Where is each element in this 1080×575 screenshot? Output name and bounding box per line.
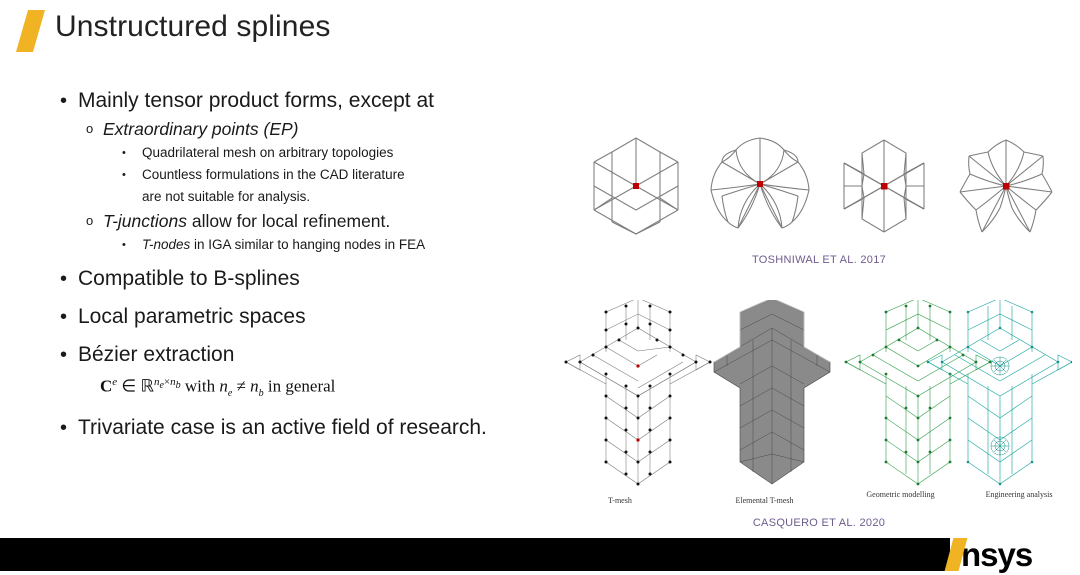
formula-R-exponent: ne×nb	[154, 376, 181, 391]
bullet-rest-tjunctions: allow for local refinement.	[186, 211, 391, 231]
formula-tail: in general	[263, 376, 336, 396]
formula-nb: n	[250, 376, 259, 396]
bullet-marker-dot-icon: •	[60, 90, 68, 112]
bullet-emph-tjunctions: T-junctions	[103, 211, 187, 231]
bullet-level1-item-compatible: • Compatible to B-splines	[60, 264, 580, 294]
bottom-figure-citation: CASQUERO ET AL. 2020	[752, 517, 886, 529]
bullet-text: Mainly tensor product forms, except at	[78, 89, 434, 112]
bullet-emph-tnodes: T-nodes	[142, 237, 191, 252]
ep-marker-5-icon	[757, 181, 763, 187]
bullet-level2-item-tjunctions: o T-junctions allow for local refinement…	[86, 208, 580, 234]
tmesh-ep-marker-2-icon	[636, 438, 640, 442]
bullet-rest-tnodes: in IGA similar to hanging nodes in FEA	[190, 237, 426, 252]
bullet-level1-item: • Mainly tensor product forms, except at	[60, 86, 580, 116]
geometric-modelling-figure	[844, 300, 992, 486]
ep-markers	[633, 181, 1010, 190]
formula-C: C	[100, 376, 113, 396]
bullet-text: Countless formulations in the CAD litera…	[142, 167, 405, 182]
formula-R: ℝ	[140, 376, 154, 397]
figure-caption-tmesh: T-mesh	[608, 496, 632, 505]
extraordinary-point-figures	[593, 137, 1053, 235]
tmesh-figure	[564, 300, 712, 486]
bullet-level1-item-bezier: • Bézier extraction	[60, 340, 580, 370]
figure-caption-geometric-modelling: Geometric modelling	[866, 490, 935, 499]
ep-marker-7-icon	[1003, 183, 1010, 190]
engineering-analysis-figure	[926, 300, 1072, 486]
bullet-marker-dot-icon: •	[122, 169, 126, 181]
formula-in: ∈	[117, 376, 141, 396]
bullet-text-tjunctions: T-junctions allow for local refinement.	[103, 208, 390, 234]
engineering-analysis-nodes	[926, 310, 1072, 486]
bullet-text: Trivariate case is an active field of re…	[78, 416, 487, 440]
formula-ne: n	[219, 376, 228, 396]
formula-neq: ≠	[232, 376, 251, 396]
bullet-marker-dot-icon: •	[122, 147, 126, 159]
bullet-level1-item-trivariate: • Trivariate case is an active field of …	[60, 413, 580, 443]
bullet-text-tnodes: T-nodes in IGA similar to hanging nodes …	[142, 234, 425, 256]
bullet-text-continuation: are not suitable for analysis.	[142, 189, 311, 204]
ep-marker-3-icon	[633, 183, 639, 189]
bullet-text: Quadrilateral mesh on arbitrary topologi…	[142, 145, 394, 160]
bullet-marker-circle-icon: o	[86, 213, 94, 228]
bullet-level3-item: • Quadrilateral mesh on arbitrary topolo…	[122, 142, 580, 164]
logo-wordmark: nsys	[961, 536, 1033, 573]
elemental-tmesh-figure	[713, 300, 831, 485]
bullet-marker-dot-icon: •	[60, 306, 68, 328]
bullet-text: Bézier extraction	[78, 343, 235, 366]
bullet-level3-item-tnodes: • T-nodes in IGA similar to hanging node…	[122, 234, 580, 256]
bullet-list: • Mainly tensor product forms, except at…	[60, 86, 580, 443]
bullet-level1-item-local-param: • Local parametric spaces	[60, 302, 580, 332]
page-title: Unstructured splines	[55, 10, 331, 43]
slide-title-row: Unstructured splines	[15, 6, 331, 52]
bullet-marker-dot-icon: •	[60, 344, 68, 366]
slide-canvas: Unstructured splines • Mainly tensor pro…	[0, 0, 1080, 575]
figure-caption-engineering-analysis: Engineering analysis	[985, 490, 1053, 499]
bullet-level3-item: • Countless formulations in the CAD lite…	[122, 164, 580, 186]
bullet-level2-item-ep: o Extraordinary points (EP)	[86, 116, 580, 142]
formula-with: with	[180, 376, 220, 396]
top-figure-citation: TOSHNIWAL ET AL. 2017	[751, 254, 887, 266]
bullet-marker-dot-icon: •	[122, 239, 126, 251]
bullet-marker-circle-icon: o	[86, 121, 94, 136]
ansys-logo: nsys	[928, 534, 1080, 575]
tmesh-ep-marker-icon	[636, 364, 640, 368]
casquero-trivariate-figures	[564, 300, 1072, 486]
footer-bar	[0, 538, 932, 571]
ep-marker-6-icon	[881, 183, 888, 190]
title-accent-slash-icon	[15, 10, 46, 52]
bullet-marker-dot-icon: •	[60, 417, 68, 440]
bullet-text: Local parametric spaces	[78, 305, 306, 328]
bullet-text: Compatible to B-splines	[78, 267, 300, 290]
bezier-extraction-formula: Ce ∈ ℝne×nb with ne ≠ nb in general	[100, 376, 580, 399]
figure-caption-elemental-tmesh: Elemental T-mesh	[735, 496, 794, 505]
bullet-marker-dot-icon: •	[60, 268, 68, 290]
bullet-text-ep: Extraordinary points (EP)	[103, 119, 299, 139]
